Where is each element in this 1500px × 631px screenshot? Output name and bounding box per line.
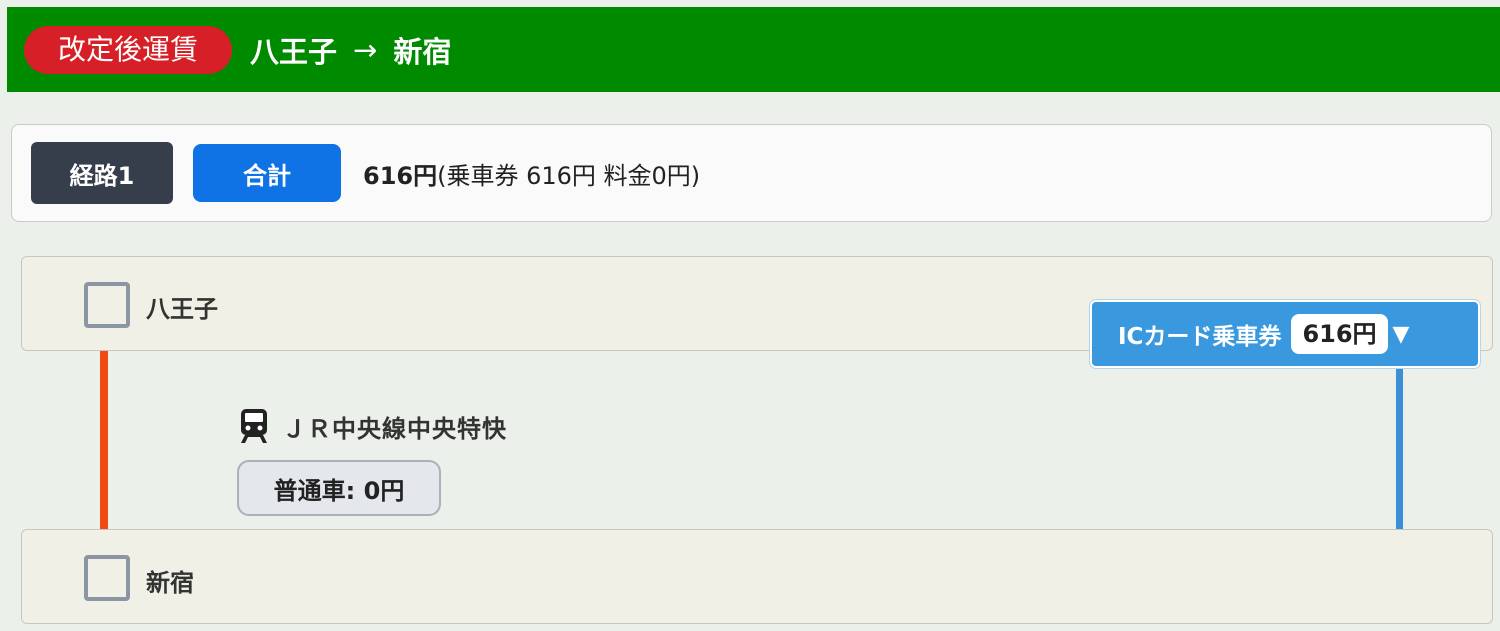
caret-down-icon: ▼: [1392, 321, 1410, 347]
train-line-info: ＪＲ中央線中央特快: [238, 408, 507, 444]
total-detail: (乗車券 616円 料金0円): [437, 161, 701, 190]
header-to-station: 新宿: [393, 34, 452, 69]
total-fare-text: 616円(乗車券 616円 料金0円): [363, 156, 700, 191]
total-tag: 合計: [193, 144, 341, 202]
ic-fare-label: ICカード乗車券: [1118, 324, 1282, 350]
header-bar: 改定後運賃 八王子 → 新宿: [7, 7, 1500, 92]
header-from-station: 八王子: [250, 34, 338, 69]
ic-fare-dropdown[interactable]: ICカード乗車券 616円 ▼: [1090, 300, 1480, 368]
seat-fare-button[interactable]: 普通車: 0円: [237, 460, 441, 516]
station-from-name: 八王子: [146, 295, 218, 323]
ic-fare-line: [1396, 368, 1403, 529]
route-arrow-icon: →: [353, 32, 378, 67]
ic-fare-price: 616円: [1291, 314, 1388, 354]
station-to: 新宿: [21, 529, 1493, 624]
station-to-name: 新宿: [146, 569, 194, 597]
route-number-tag: 経路1: [31, 142, 173, 204]
revised-fare-badge: 改定後運賃: [24, 25, 233, 74]
train-line-name: ＪＲ中央線中央特快: [282, 414, 507, 443]
checkbox-square-icon: [84, 282, 130, 328]
route-summary: 経路1 合計 616円(乗車券 616円 料金0円): [11, 124, 1492, 222]
train-icon: [241, 409, 267, 443]
checkbox-square-icon: [84, 555, 130, 601]
header-route: 八王子 → 新宿: [250, 29, 451, 71]
train-route-line: [100, 351, 108, 529]
total-amount: 616円: [363, 161, 438, 190]
